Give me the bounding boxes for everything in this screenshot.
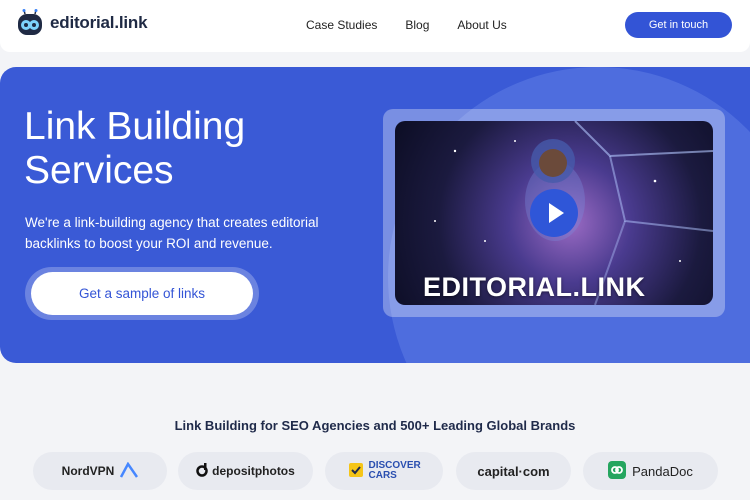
hero-title-line-2: Services xyxy=(24,149,174,192)
play-button[interactable] xyxy=(530,189,578,237)
brand-capital-com-label: capital·com xyxy=(477,463,550,479)
get-in-touch-button[interactable]: Get in touch xyxy=(625,12,732,38)
pandadoc-icon xyxy=(608,460,627,482)
hero-section: Link Building Services We're a link-buil… xyxy=(0,67,750,363)
brand-pandadoc-label: PandaDoc xyxy=(632,463,693,479)
brand-pandadoc: PandaDoc xyxy=(583,452,718,490)
brand-capital-com: capital·com xyxy=(456,452,571,490)
logo[interactable]: editorial.link xyxy=(16,9,148,37)
video-player[interactable]: niche EDITORIAL.LINK xyxy=(395,121,713,305)
hero-title: Link Building Services xyxy=(24,105,354,193)
video-side-text: niche xyxy=(395,149,397,197)
hero-title-line-1: Link Building xyxy=(24,105,246,148)
hero-subtitle-line-1: We're a link-building agency that create… xyxy=(25,215,319,230)
hero-subtitle-line-2: backlinks to boost your ROI and revenue. xyxy=(25,236,273,251)
video-frame: niche EDITORIAL.LINK xyxy=(383,109,725,317)
nav-about-us[interactable]: About Us xyxy=(457,18,506,32)
sample-button-halo: Get a sample of links xyxy=(25,267,259,320)
robot-logo-icon xyxy=(16,9,44,37)
brand-nordvpn-label: NordVPN xyxy=(61,464,115,478)
brand-discover-cars: DISCOVER CARS xyxy=(325,452,443,490)
depositphotos-icon xyxy=(196,462,208,480)
brand-nordvpn: NordVPN xyxy=(33,452,167,490)
site-header: editorial.link Case Studies Blog About U… xyxy=(0,0,750,52)
video-caption: EDITORIAL.LINK xyxy=(423,272,646,302)
main-nav: Case Studies Blog About Us xyxy=(306,18,535,32)
brand-discover-cars-label: DISCOVER CARS xyxy=(368,460,421,481)
nav-case-studies[interactable]: Case Studies xyxy=(306,18,377,32)
mountain-icon xyxy=(120,461,139,481)
logo-text: editorial.link xyxy=(50,13,148,32)
brand-depositphotos: depositphotos xyxy=(178,452,313,490)
get-sample-button[interactable]: Get a sample of links xyxy=(31,272,253,315)
nav-blog[interactable]: Blog xyxy=(405,18,429,32)
checkmark-icon xyxy=(348,462,364,481)
hero-subtitle: We're a link-building agency that create… xyxy=(25,212,355,254)
brand-depositphotos-label: depositphotos xyxy=(212,464,295,478)
brands-heading: Link Building for SEO Agencies and 500+ … xyxy=(174,418,576,433)
